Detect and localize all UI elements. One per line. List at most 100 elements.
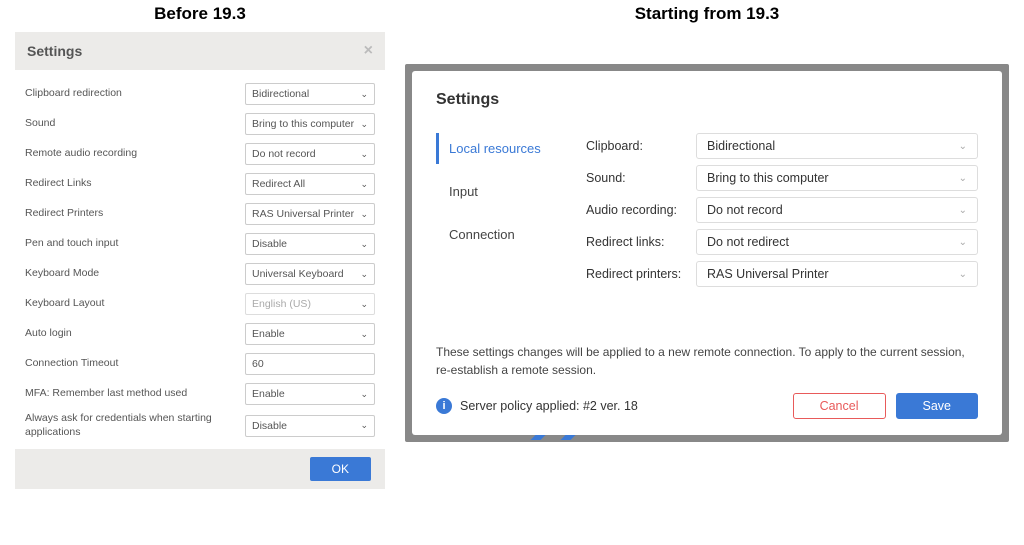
old-setting-row: Pen and touch inputDisable⌄ [25,232,375,256]
new-setting-row: Clipboard:Bidirectional⌄ [586,133,978,159]
new-setting-row: Redirect printers: RAS Universal Printer ⌄ [586,261,978,287]
old-label: Always ask for credentials when starting… [25,412,245,439]
old-title: Settings [27,43,82,59]
chevron-down-icon: ⌄ [360,389,368,400]
new-value: RAS Universal Printer [707,267,829,281]
old-setting-row: Clipboard redirection Bidirectional ⌄ [25,82,375,106]
chevron-down-icon: ⌄ [959,173,967,184]
cancel-button[interactable]: Cancel [793,393,886,419]
chevron-down-icon: ⌄ [360,209,368,220]
note-text: These settings changes will be applied t… [436,343,978,379]
old-label: MFA: Remember last method used [25,387,245,401]
old-label: Pen and touch input [25,237,245,251]
tab-input[interactable]: Input [436,176,556,207]
chevron-down-icon: ⌄ [360,239,368,250]
old-label: Keyboard Mode [25,267,245,281]
tab-connection[interactable]: Connection [436,219,556,250]
new-settings-panel: Settings Local resourcesInputConnection … [412,71,1002,435]
new-label: Clipboard: [586,139,696,153]
old-select[interactable]: English (US) ⌄ [245,293,375,315]
new-setting-row: Audio recording: Do not record ⌄ [586,197,978,223]
close-icon[interactable]: × [364,42,373,60]
old-value: Disable [252,420,287,432]
chevron-down-icon: ⌄ [959,269,967,280]
new-value: Bidirectional [707,139,775,153]
old-label: Connection Timeout [25,357,245,371]
old-setting-row: Connection Timeout 60 [25,352,375,376]
old-select[interactable]: Enable ⌄ [245,383,375,405]
new-value: Do not record [707,203,783,217]
chevron-down-icon: ⌄ [360,149,368,160]
old-select[interactable]: Redirect All ⌄ [245,173,375,195]
old-setting-row: Redirect PrintersRAS Universal Printer⌄ [25,202,375,226]
chevron-down-icon: ⌄ [360,329,368,340]
old-select[interactable]: Disable ⌄ [245,415,375,437]
old-label: Sound [25,117,245,131]
old-label: Clipboard redirection [25,87,245,101]
new-select[interactable]: Do not record ⌄ [696,197,978,223]
old-setting-row: Keyboard Layout English (US) ⌄ [25,292,375,316]
old-setting-row: Always ask for credentials when starting… [25,412,375,439]
old-value: RAS Universal Printer [252,208,354,220]
old-settings-panel: Settings × Clipboard redirectionBidirect… [15,32,385,489]
tab-list: Local resources Input Connection [436,133,556,293]
policy-text: Server policy applied: #2 ver. 18 [460,399,638,413]
old-value: English (US) [252,298,311,310]
new-select[interactable]: RAS Universal Printer ⌄ [696,261,978,287]
info-icon: i [436,398,452,414]
policy-row: i Server policy applied: #2 ver. 18 [436,398,638,414]
old-value: 60 [252,358,264,370]
chevron-down-icon: ⌄ [360,89,368,100]
old-setting-row: Auto loginEnable⌄ [25,322,375,346]
old-value: Bring to this computer [252,118,354,130]
chevron-down-icon: ⌄ [360,179,368,190]
old-setting-row: Sound Bring to this computer ⌄ [25,112,375,136]
old-select[interactable]: Do not record ⌄ [245,143,375,165]
chevron-down-icon: ⌄ [360,299,368,310]
old-text-input[interactable]: 60 [245,353,375,375]
tab-local-resources[interactable]: Local resources [436,133,556,164]
new-setting-row: Sound: Bring to this computer ⌄ [586,165,978,191]
old-setting-row: Keyboard Mode Universal Keyboard ⌄ [25,262,375,286]
new-label: Redirect links: [586,235,696,249]
new-title: Settings [436,91,978,109]
old-value: Universal Keyboard [252,268,344,280]
old-label: Auto login [25,327,245,341]
old-select[interactable]: Bidirectional ⌄ [245,83,375,105]
chevron-down-icon: ⌄ [959,205,967,216]
old-setting-row: Remote audio recording Do not record ⌄ [25,142,375,166]
new-select[interactable]: Bring to this computer ⌄ [696,165,978,191]
chevron-down-icon: ⌄ [360,420,368,431]
settings-form: Clipboard:Bidirectional⌄Sound:Bring to t… [586,133,978,293]
new-value: Do not redirect [707,235,789,249]
new-dialog-frame: Settings Local resourcesInputConnection … [405,64,1009,442]
old-select[interactable]: Universal Keyboard ⌄ [245,263,375,285]
chevron-down-icon: ⌄ [360,119,368,130]
old-label: Remote audio recording [25,147,245,161]
save-button[interactable]: Save [896,393,979,419]
after-column: Starting from 19.3 Settings Local resour… [405,0,1009,545]
old-select[interactable]: RAS Universal Printer ⌄ [245,203,375,225]
old-select[interactable]: Enable⌄ [245,323,375,345]
chevron-down-icon: ⌄ [360,269,368,280]
new-select[interactable]: Do not redirect ⌄ [696,229,978,255]
new-label: Audio recording: [586,203,696,217]
old-select[interactable]: Disable⌄ [245,233,375,255]
old-label: Redirect Links [25,177,245,191]
new-setting-row: Redirect links: Do not redirect ⌄ [586,229,978,255]
old-value: Do not record [252,148,316,160]
after-heading: Starting from 19.3 [405,4,1009,24]
old-setting-row: MFA: Remember last method used Enable ⌄ [25,382,375,406]
new-select[interactable]: Bidirectional⌄ [696,133,978,159]
old-value: Bidirectional [252,88,309,100]
before-column: Before 19.3 Settings × Clipboard redirec… [15,0,385,545]
old-label: Keyboard Layout [25,297,245,311]
new-label: Redirect printers: [586,267,696,281]
old-value: Redirect All [252,178,305,190]
old-value: Enable [252,388,285,400]
ok-button[interactable]: OK [310,457,371,481]
new-label: Sound: [586,171,696,185]
chevron-down-icon: ⌄ [959,237,967,248]
new-value: Bring to this computer [707,171,829,185]
old-select[interactable]: Bring to this computer ⌄ [245,113,375,135]
